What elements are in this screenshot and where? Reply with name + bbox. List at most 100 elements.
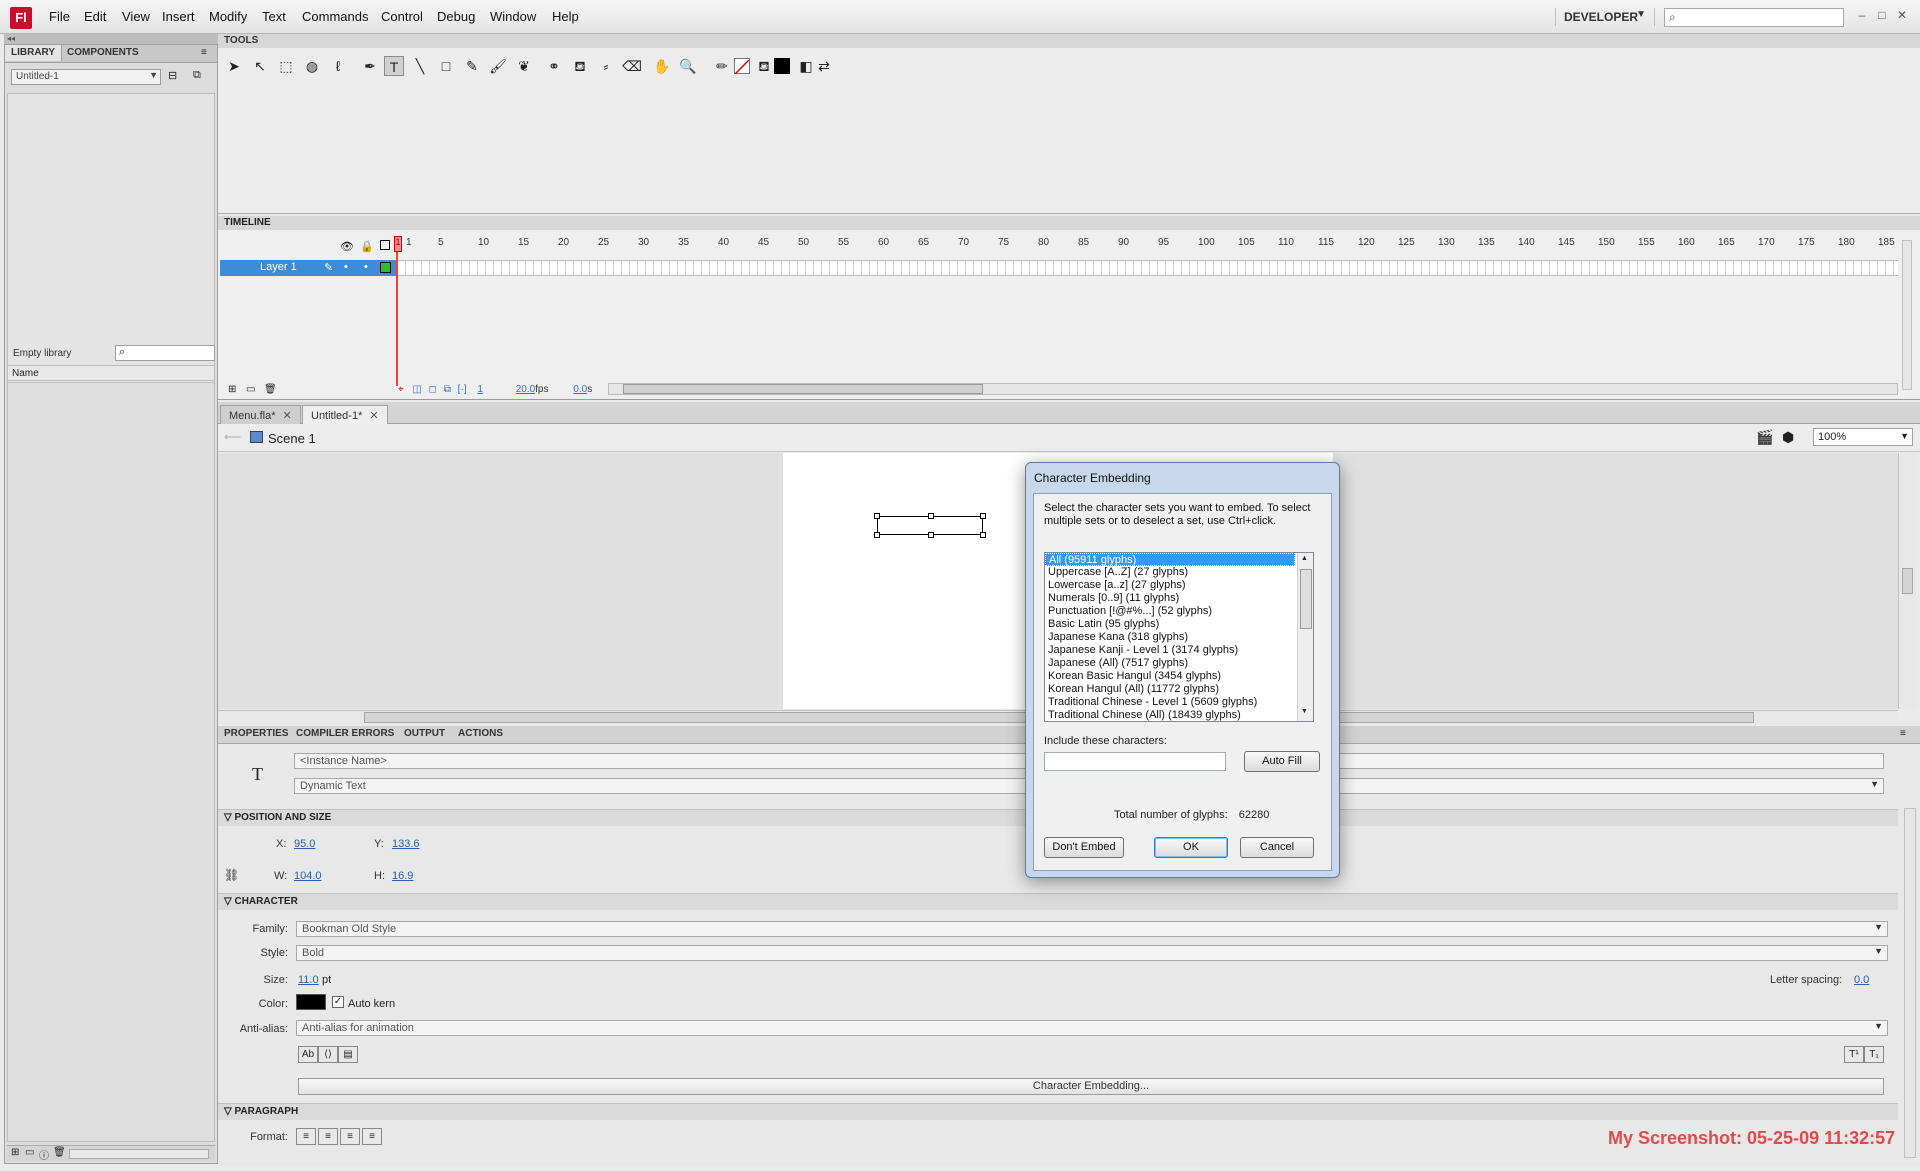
list-vscroll[interactable]: ▲ ▼ [1297, 553, 1313, 721]
render-html-icon[interactable]: ⟨⟩ [318, 1046, 338, 1063]
panel-menu-icon[interactable]: ≡ [201, 47, 207, 58]
font-style-select[interactable]: Bold ▼ [296, 945, 1888, 961]
swap-colors-icon[interactable]: ⇄ [814, 56, 834, 76]
ok-button[interactable]: OK [1154, 837, 1228, 858]
character-section[interactable]: ▽ CHARACTER [218, 893, 1898, 910]
list-vscroll-thumb[interactable] [1300, 569, 1312, 629]
w-value[interactable]: 104.0 [294, 870, 322, 882]
library-hscroll[interactable] [69, 1149, 209, 1159]
eraser-icon[interactable]: ⌫ [622, 56, 642, 76]
character-set-list[interactable]: All (95911 glyphs) Uppercase [A..Z] (27 g… [1044, 552, 1314, 722]
onion-outline-icon[interactable]: ◻ [429, 384, 437, 395]
tab-output[interactable]: OUTPUT [404, 728, 445, 739]
scene-label[interactable]: Scene 1 [268, 431, 316, 446]
timeline-hscroll-thumb[interactable] [623, 384, 983, 394]
close-window-button[interactable]: ✕ [1894, 8, 1910, 24]
lock-icon[interactable]: 🔒 [360, 240, 374, 253]
x-value[interactable]: 95.0 [294, 838, 315, 850]
character-set-item[interactable]: Japanese (All) (7517 glyphs) [1045, 657, 1313, 670]
tab-components[interactable]: COMPONENTS [61, 45, 145, 61]
character-set-item[interactable]: Korean Hangul (All) (11772 glyphs) [1045, 683, 1313, 696]
selection-icon[interactable]: ➤ [224, 56, 244, 76]
zoom-select[interactable]: 100% ▼ [1813, 428, 1913, 446]
menu-file[interactable]: File [49, 9, 70, 24]
stroke-color-icon[interactable]: ✏ [712, 56, 732, 76]
workspace-switcher[interactable]: DEVELOPER ▼ [1555, 8, 1655, 26]
dont-embed-button[interactable]: Don't Embed [1044, 837, 1124, 858]
character-set-item[interactable]: Basic Latin (95 glyphs) [1045, 618, 1313, 631]
stage-vscroll-thumb[interactable] [1902, 568, 1913, 594]
eye-icon[interactable]: 👁 [340, 240, 354, 253]
black-white-icon[interactable]: ◧ [796, 56, 816, 76]
new-symbol-icon[interactable]: ⊞ [11, 1147, 19, 1158]
library-list[interactable] [7, 382, 215, 1142]
menu-view[interactable]: View [122, 9, 150, 24]
menu-window[interactable]: Window [490, 9, 536, 24]
resize-handle[interactable] [980, 513, 986, 519]
close-icon[interactable]: ✕ [282, 410, 291, 422]
back-arrow-icon[interactable]: ⟵ [224, 430, 241, 444]
character-set-item[interactable]: All (95911 glyphs) [1045, 553, 1295, 566]
resize-handle[interactable] [874, 513, 880, 519]
character-set-item[interactable]: Traditional Chinese (All) (18439 glyphs) [1045, 709, 1313, 721]
resize-handle[interactable] [874, 532, 880, 538]
justify-icon[interactable]: ≡ [362, 1128, 382, 1145]
h-value[interactable]: 16.9 [392, 870, 413, 882]
properties-icon[interactable]: ⓘ [39, 1147, 49, 1162]
playhead-frame[interactable]: 1 [394, 236, 402, 252]
scroll-up-icon[interactable]: ▲ [1301, 555, 1308, 562]
resize-handle[interactable] [980, 532, 986, 538]
new-folder-icon[interactable]: ▭ [25, 1147, 34, 1158]
help-search-input[interactable]: ⌕ [1664, 8, 1844, 27]
tab-properties[interactable]: PROPERTIES [224, 728, 288, 739]
fill-color-icon[interactable]: ⛾ [754, 56, 774, 76]
frame-ruler[interactable]: 1 5 10 15 20 25 30 35 40 45 50 55 60 65 70 75 80 85 90 95 10… [398, 237, 1898, 251]
align-right-icon[interactable]: ≡ [340, 1128, 360, 1145]
center-frame-icon[interactable]: ⌖ [398, 384, 404, 395]
doc-tab-untitled[interactable]: Untitled-1* ✕ [302, 405, 388, 424]
menu-text[interactable]: Text [262, 9, 286, 24]
minimize-button[interactable]: – [1854, 8, 1870, 24]
text-icon[interactable]: T [384, 56, 404, 76]
timeline-hscroll[interactable] [608, 383, 1898, 395]
playhead[interactable] [396, 236, 398, 386]
antialias-select[interactable]: Anti-alias for animation ▼ [296, 1020, 1888, 1036]
auto-kern-checkbox[interactable]: ✓ [332, 996, 344, 1008]
include-characters-input[interactable] [1044, 752, 1226, 771]
character-set-item[interactable]: Punctuation [!@#%...] (52 glyphs) [1045, 605, 1313, 618]
brush-icon[interactable]: 🖌 [488, 56, 508, 76]
hand-icon[interactable]: ✋ [652, 56, 672, 76]
character-set-item[interactable]: Japanese Kana (318 glyphs) [1045, 631, 1313, 644]
onion-skin-icon[interactable]: ◫ [412, 384, 421, 395]
close-icon[interactable]: ✕ [369, 410, 378, 422]
resize-handle[interactable] [928, 532, 934, 538]
pin-library-icon[interactable]: ⊟ [168, 69, 177, 82]
character-set-item[interactable]: Numerals [0..9] (11 glyphs) [1045, 592, 1313, 605]
auto-fill-button[interactable]: Auto Fill [1244, 751, 1320, 772]
resize-handle[interactable] [928, 513, 934, 519]
subscript-icon[interactable]: T₁ [1864, 1046, 1884, 1063]
character-embedding-button[interactable]: Character Embedding... [298, 1078, 1884, 1095]
character-set-item[interactable]: Lowercase [a..z] (27 glyphs) [1045, 579, 1313, 592]
menu-modify[interactable]: Modify [209, 9, 247, 24]
menu-debug[interactable]: Debug [437, 9, 475, 24]
tab-compiler-errors[interactable]: COMPILER ERRORS [296, 728, 394, 739]
layer-outline-color[interactable] [380, 262, 391, 273]
cancel-button[interactable]: Cancel [1240, 837, 1314, 858]
scroll-down-icon[interactable]: ▼ [1301, 708, 1308, 715]
timeline-vscroll[interactable] [1902, 240, 1912, 390]
superscript-icon[interactable]: T¹ [1844, 1046, 1864, 1063]
fill-swatch[interactable] [774, 58, 790, 74]
menu-edit[interactable]: Edit [84, 9, 106, 24]
menu-commands[interactable]: Commands [302, 9, 368, 24]
library-column-header[interactable]: Name [7, 365, 215, 381]
eyedropper-icon[interactable]: ⸗ [596, 56, 616, 76]
line-icon[interactable]: ╲ [410, 56, 430, 76]
doc-tab-menu[interactable]: Menu.fla* ✕ [220, 405, 301, 424]
outline-icon[interactable] [380, 240, 390, 250]
pen-icon[interactable]: ✒ [360, 56, 380, 76]
edit-multiple-icon[interactable]: ⧉ [444, 384, 451, 395]
lasso-icon[interactable]: ℓ [328, 56, 348, 76]
y-value[interactable]: 133.6 [392, 838, 420, 850]
elapsed-time[interactable]: 0.0 [573, 384, 587, 395]
